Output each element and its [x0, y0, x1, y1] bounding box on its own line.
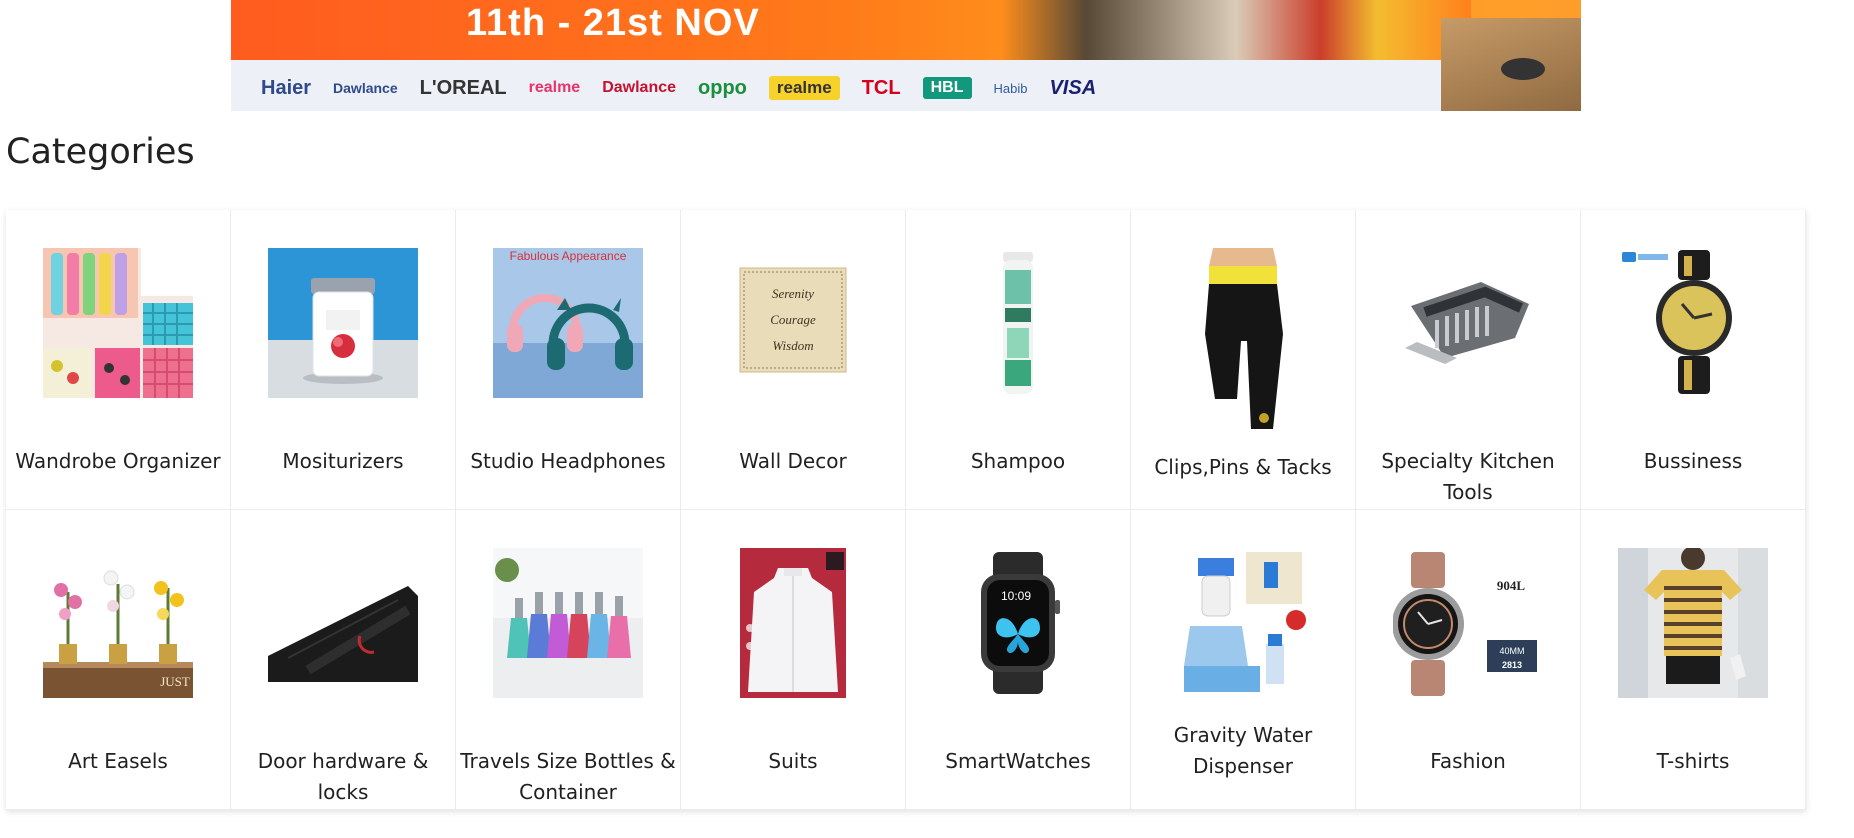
category-label: T-shirts	[1656, 749, 1730, 773]
banner-products-image	[1001, 0, 1471, 60]
brand-logo: L'OREAL	[419, 76, 507, 99]
brand-logo: VISA	[1049, 76, 1097, 99]
wall-plaque-icon: Serenity Courage Wisdom	[718, 248, 868, 398]
brand-logo: Dawlance	[333, 80, 398, 96]
thumb-caption: Wisdom	[772, 338, 813, 353]
category-card[interactable]: 10:09 SmartWatches	[906, 510, 1131, 810]
brand-logo: Dawlance	[602, 79, 677, 96]
category-card[interactable]: Door hardware & locks	[231, 510, 456, 810]
category-card[interactable]: JUST Art Easels	[6, 510, 231, 810]
door-handle-icon	[268, 548, 418, 698]
brand-logo: HBL	[922, 77, 972, 99]
thumb-caption: Courage	[770, 312, 816, 327]
thumb-caption: 904L	[1497, 578, 1526, 593]
category-label: Clips,Pins & Tacks	[1154, 455, 1332, 479]
luxury-watch-icon: 904L 40MM 2813	[1393, 548, 1543, 698]
category-label: Door hardware & locks	[257, 749, 429, 804]
category-label: Art Easels	[68, 749, 168, 773]
kitchen-slicer-icon	[1393, 248, 1543, 398]
category-label: Specialty Kitchen Tools	[1381, 449, 1555, 504]
category-card[interactable]: T-shirts	[1581, 510, 1806, 810]
category-card[interactable]: 904L 40MM 2813 Fashion	[1356, 510, 1581, 810]
smartwatch-icon: 10:09	[943, 548, 1093, 698]
brand-logo: Habib	[993, 80, 1028, 96]
category-card[interactable]: Wandrobe Organizer	[6, 210, 231, 510]
category-label: Shampoo	[970, 449, 1066, 473]
category-card[interactable]: Serenity Courage Wisdom Wall Decor	[681, 210, 906, 510]
category-label: Mositurizers	[282, 449, 404, 473]
category-label: Wandrobe Organizer	[15, 449, 221, 473]
thumb-caption: 2813	[1502, 660, 1522, 670]
brand-logo: Haier	[261, 76, 312, 99]
category-card[interactable]: Travels Size Bottles & Container	[456, 510, 681, 810]
wrist-watch-icon	[1618, 248, 1768, 398]
tshirt-model-icon	[1618, 548, 1768, 698]
thumb-caption: 40MM	[1499, 646, 1524, 656]
category-card[interactable]: Shampoo	[906, 210, 1131, 510]
category-label: SmartWatches	[945, 749, 1091, 773]
category-card[interactable]: Bussiness	[1581, 210, 1806, 510]
promo-banner[interactable]: 11th - 21st NOV Haier Dawlance L'OREAL r…	[231, 0, 1581, 111]
headphones-icon: Fabulous Appearance	[493, 248, 643, 398]
orchid-plants-icon: JUST	[43, 548, 193, 698]
thumb-caption: Serenity	[772, 286, 814, 301]
category-card[interactable]: Suits	[681, 510, 906, 810]
category-card[interactable]: Clips,Pins & Tacks	[1131, 210, 1356, 510]
leggings-icon	[1168, 248, 1318, 436]
banner-date-text: 11th - 21st NOV	[466, 2, 760, 44]
category-card[interactable]: Specialty Kitchen Tools	[1356, 210, 1581, 510]
category-card[interactable]: Mositurizers	[231, 210, 456, 510]
category-card[interactable]: Fabulous Appearance Studio Headphones	[456, 210, 681, 510]
category-label: Wall Decor	[739, 449, 847, 473]
thumb-caption: 10:09	[1001, 589, 1031, 603]
category-card[interactable]: Gravity Water Dispenser	[1131, 510, 1356, 810]
organizer-icon	[43, 248, 193, 398]
water-pump-icon	[1168, 548, 1318, 698]
section-title: Categories	[6, 132, 195, 172]
delivery-box-icon	[1441, 18, 1581, 111]
brand-logo: realme	[528, 79, 581, 96]
category-label: Studio Headphones	[470, 449, 666, 473]
category-label: Gravity Water Dispenser	[1173, 723, 1313, 778]
thumb-caption: JUST	[160, 674, 190, 689]
kurta-suit-icon	[718, 548, 868, 698]
brand-logo: TCL	[861, 76, 901, 99]
brand-logo: realme	[768, 76, 840, 100]
moisturizer-jar-icon	[268, 248, 418, 398]
brand-logos: Haier Dawlance L'OREAL realme Dawlance o…	[261, 76, 1096, 100]
category-label: Suits	[768, 749, 818, 773]
shampoo-bottle-icon	[943, 248, 1093, 398]
category-label: Fashion	[1430, 749, 1506, 773]
thumb-caption: Fabulous Appearance	[510, 249, 627, 263]
brand-logo: oppo	[698, 76, 747, 99]
categories-grid: Wandrobe Organizer Mositurizers Fabulous…	[6, 210, 1806, 810]
category-label: Bussiness	[1643, 449, 1743, 473]
perfume-bottles-icon	[493, 548, 643, 698]
category-label: Travels Size Bottles & Container	[460, 749, 676, 804]
